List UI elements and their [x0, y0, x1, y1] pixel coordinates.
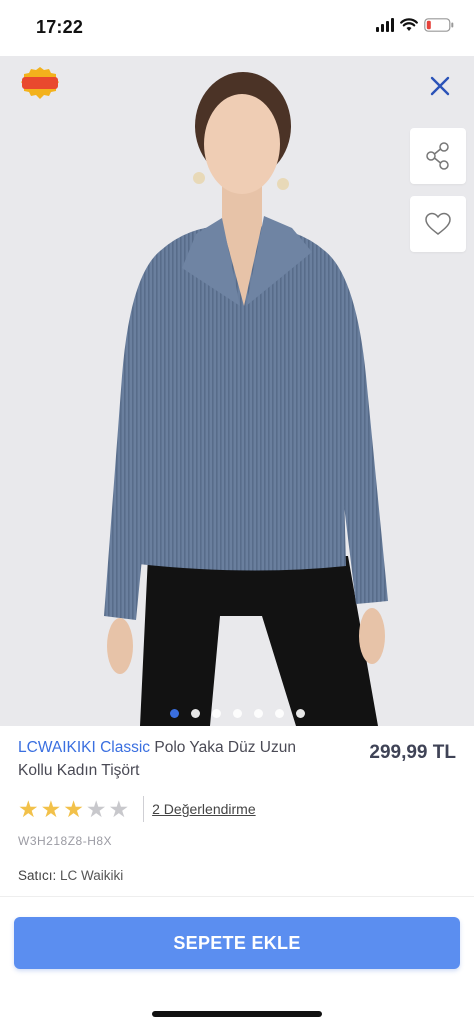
super-coupon-badge[interactable] [20, 66, 60, 100]
product-sku: W3H218Z8-H8X [18, 834, 113, 848]
favorite-button[interactable] [410, 196, 466, 252]
carousel-dot[interactable] [295, 709, 305, 718]
share-button[interactable] [410, 128, 466, 184]
status-bar: 17:22 [0, 0, 474, 56]
close-icon [430, 76, 450, 96]
heart-icon [425, 212, 451, 235]
seller-label: Satıcı: [18, 868, 57, 883]
carousel-dot[interactable] [211, 709, 221, 718]
status-time: 17:22 [36, 17, 84, 37]
star-icon: ★ [108, 795, 130, 822]
star-icon: ★ [18, 795, 39, 822]
product-price: 299,99 TL [369, 742, 456, 763]
carousel-dot[interactable] [274, 709, 284, 718]
product-image-carousel[interactable] [0, 56, 474, 726]
wifi-icon [400, 18, 418, 32]
share-icon [426, 142, 449, 170]
seller-name[interactable]: LC Waikiki [60, 868, 123, 883]
home-indicator [152, 1011, 322, 1017]
signal-icon [376, 18, 394, 32]
bottom-bar: SEPETE EKLE [0, 896, 474, 1024]
rating-divider [143, 796, 145, 822]
star-icon: ★ [40, 795, 62, 822]
status-icons [376, 18, 454, 32]
carousel-dot[interactable] [253, 709, 263, 718]
product-rating: ★ ★ ★ ★ ★ 2 Değerlendirme [18, 796, 256, 822]
carousel-dot[interactable] [169, 709, 179, 718]
carousel-dot[interactable] [232, 709, 242, 718]
product-info: LCWAIKIKI Classic Polo Yaka Düz Uzun Kol… [0, 726, 474, 896]
close-button[interactable] [428, 74, 452, 98]
star-icon: ★ [63, 795, 84, 822]
coupon-icon [21, 67, 59, 99]
product-photo [104, 72, 388, 726]
battery-icon [424, 18, 454, 32]
carousel-dot[interactable] [190, 709, 200, 718]
seller-info: Satıcı: LC Waikiki [18, 868, 123, 883]
reviews-link[interactable]: 2 Değerlendirme [152, 801, 256, 817]
star-icon: ★ [85, 795, 107, 822]
carousel-dots[interactable] [0, 709, 474, 718]
add-to-cart-button[interactable]: SEPETE EKLE [14, 917, 460, 969]
product-title: LCWAIKIKI Classic Polo Yaka Düz Uzun Kol… [18, 736, 318, 782]
product-brand[interactable]: LCWAIKIKI Classic [18, 739, 150, 756]
